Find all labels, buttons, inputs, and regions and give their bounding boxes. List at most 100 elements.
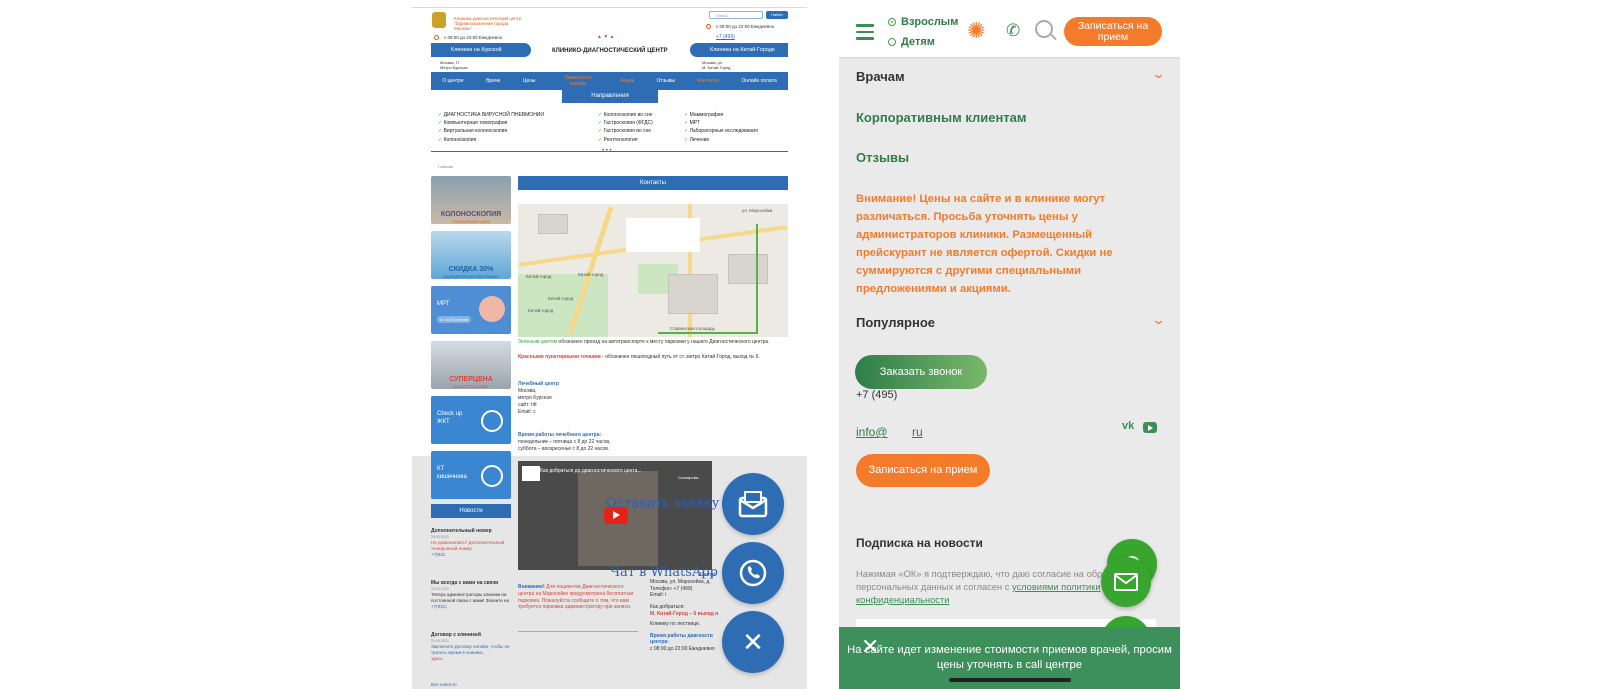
request-form-button[interactable] — [722, 473, 784, 535]
map-legend: Зеленым цветом обозначен проезд на автот… — [518, 339, 770, 345]
nav-doctors[interactable]: Врачи — [486, 78, 500, 84]
hamburger-menu-icon[interactable] — [856, 24, 874, 40]
close-icon: ✕ — [742, 627, 764, 657]
email-domain[interactable]: ru — [912, 425, 923, 439]
chevron-down-icon[interactable]: ⌄ — [1151, 312, 1165, 328]
divider — [518, 631, 638, 632]
social-icons[interactable]: ▲ ▼ ▲ — [597, 34, 615, 40]
copy-link[interactable]: Скопирова... — [678, 475, 701, 480]
direction-link[interactable]: Маммография — [684, 111, 758, 119]
menu-corporate-clients[interactable]: Корпоративным клиентам — [856, 110, 1027, 125]
promo-banner-colonoscopy[interactable]: КОЛОНОСКОПИЯ СПЕЦИАЛЬНАЯ ЦЕНА — [431, 176, 511, 224]
search-input[interactable]: Поиск... — [709, 11, 763, 19]
direction-link[interactable]: Виртуальная колоноскопия — [438, 127, 544, 135]
mobile-site-screenshot: Взрослым Детям ✺ ✆ Записаться на прием В… — [839, 0, 1180, 689]
phone-icon[interactable]: ✆ — [1006, 21, 1020, 41]
mri-image — [479, 296, 505, 322]
direction-link[interactable]: Лабораторные исследования — [684, 127, 758, 135]
email-link[interactable]: info@ — [856, 425, 888, 439]
direction-link[interactable]: ДИАГНОСТИКА ВИРУСНОЙ ПНЕВМОНИИ — [438, 111, 544, 119]
direction-link[interactable]: Рентгенология — [598, 136, 653, 144]
direction-link[interactable]: Компьютерная томография — [438, 119, 544, 127]
youtube-icon[interactable] — [1143, 422, 1157, 433]
home-indicator — [949, 678, 1071, 682]
nav-promotions[interactable]: Акции — [620, 78, 634, 84]
news-item[interactable]: Договор с клиникой 22.03.2023 Заключите Д… — [431, 632, 511, 662]
book-appointment-button[interactable]: Записаться на прием — [856, 454, 990, 487]
vk-icon[interactable]: vk — [1122, 420, 1134, 432]
nav-book-online[interactable]: Записаться онлайн — [558, 75, 598, 87]
coat-of-arms-logo[interactable] — [432, 12, 446, 28]
menu-popular[interactable]: Популярное — [856, 315, 935, 330]
menu-reviews[interactable]: Отзывы — [856, 150, 909, 165]
directions-col-1: ДИАГНОСТИКА ВИРУСНОЙ ПНЕВМОНИИ Компьютер… — [438, 111, 544, 144]
phone-link[interactable]: +7 (499) — [716, 34, 735, 40]
search-button[interactable]: Найти — [766, 11, 788, 19]
adults-toggle[interactable]: Взрослым — [888, 16, 958, 28]
banner-text: На сайте идет изменение стоимости приемо… — [847, 644, 1172, 671]
news-header: Новости — [431, 504, 511, 518]
direction-link[interactable]: Колоноскопия — [438, 136, 544, 144]
news-item[interactable]: Дополнительный номер 26.03.2023 Не дозвон… — [431, 528, 511, 558]
branch-info: Центр Москва, ул. Маросейка, д. Телефон:… — [650, 572, 719, 653]
header-book-appointment-button[interactable]: Записаться на прием — [1064, 17, 1162, 46]
map-legend-walk: Красными пунктирными точками - обозначен… — [518, 354, 760, 360]
search-icon[interactable] — [1035, 20, 1053, 38]
promo-banner-checkup[interactable]: Check up ЖКТ — [431, 396, 511, 444]
promo-banner-ct-discount[interactable]: СКИДКА 30% КОМПЬЮТЕРНАЯ ТОМОГРАФИЯ — [431, 231, 511, 279]
accessibility-sun-icon[interactable]: ✺ — [967, 20, 985, 42]
email-button[interactable] — [1101, 557, 1151, 607]
carousel-dots[interactable]: • • • — [602, 148, 612, 154]
stomach-icon — [481, 410, 503, 432]
nav-online-payment[interactable]: Онлайн оплата — [741, 78, 776, 84]
children-toggle[interactable]: Детям — [888, 36, 935, 48]
promo-banner-mri[interactable]: МРТ от 2000 рублей — [431, 286, 511, 334]
menu-doctors[interactable]: Врачам — [856, 69, 905, 84]
center-worktime: Время работы лечебного центра: понедельн… — [518, 432, 611, 452]
direction-link[interactable]: Гастроскопия во сне — [598, 127, 653, 135]
center-title: КЛИНИКО-ДИАГНОСТИЧЕСКИЙ ЦЕНТР — [552, 48, 668, 54]
leave-request-label[interactable]: Оставить заявку — [606, 496, 719, 511]
mobile-header: Взрослым Детям ✺ ✆ Записаться на прием — [839, 0, 1180, 57]
direction-link[interactable]: МРТ — [684, 119, 758, 127]
clock-icon — [706, 24, 711, 29]
map-label-hidden — [626, 218, 700, 252]
news-item[interactable]: Мы всегда с вами на связи 23.03.2023 Тепе… — [431, 580, 511, 610]
radio-icon — [888, 38, 896, 46]
all-news-link[interactable]: Все новости — [431, 682, 511, 688]
whatsapp-button[interactable] — [722, 542, 784, 604]
whatsapp-chat-label[interactable]: Чат в WhatsApp — [610, 565, 718, 580]
nav-prices[interactable]: Цены — [523, 78, 536, 84]
clinic-kurskaya-button[interactable]: Клиника на Курской — [431, 43, 531, 57]
breadcrumb[interactable]: Главная — [438, 164, 453, 169]
consent-text: Нажимая «ОК» я подтверждаю, что даю согл… — [856, 569, 1108, 605]
direction-link[interactable]: Колоноскопия во сне — [598, 111, 653, 119]
direction-link[interactable]: Гастроскопия (ФГДС) — [598, 119, 653, 127]
close-widget-button[interactable]: ✕ — [722, 611, 784, 673]
close-icon[interactable]: ✕ — [861, 636, 879, 658]
clinic-kitai-gorod-button[interactable]: Клиника на Китай-Городе — [690, 43, 788, 57]
phone-number[interactable]: +7 (495) — [856, 389, 897, 401]
address-left: Москва, П. Метро Курская — [440, 60, 468, 70]
department-name: Клиника-диагностический центр "Здравоохр… — [454, 16, 522, 31]
contacts-header: Контакты — [518, 176, 788, 190]
clock-icon — [434, 35, 439, 40]
tab-directions[interactable]: Направления — [562, 89, 658, 103]
center-info: Лечебный центр Москва, метро Курская сай… — [518, 381, 560, 415]
parking-notice: Внимание! Для пациентов Диагностического… — [518, 584, 634, 611]
direction-link[interactable]: Лечение — [684, 136, 758, 144]
radio-icon — [888, 18, 896, 26]
location-map[interactable]: ул. Маросейка Китай-город Китай-город Ки… — [518, 204, 788, 337]
promo-banner-ct-intestine[interactable]: КТ кишечника — [431, 451, 511, 499]
chevron-down-icon[interactable]: ⌄ — [1151, 66, 1165, 82]
intestine-icon — [481, 465, 503, 487]
youtube-video[interactable]: Как добраться до диагностического цента.… — [518, 461, 712, 570]
top-divider — [412, 7, 807, 8]
address-right: Москва, ул. М. Китай-Город — [702, 60, 731, 70]
promo-banner-gastroscopy[interactable]: СУПЕРЦЕНА НА ГАСТРОСКОПИЮ — [431, 341, 511, 389]
nav-reviews[interactable]: Отзывы — [657, 78, 675, 84]
nav-about[interactable]: О центре — [442, 78, 463, 84]
price-warning: Внимание! Цены на сайте и в клинике могу… — [856, 193, 1113, 295]
order-call-button[interactable]: Заказать звонок — [855, 355, 987, 389]
nav-contacts[interactable]: Контакты — [697, 78, 719, 84]
